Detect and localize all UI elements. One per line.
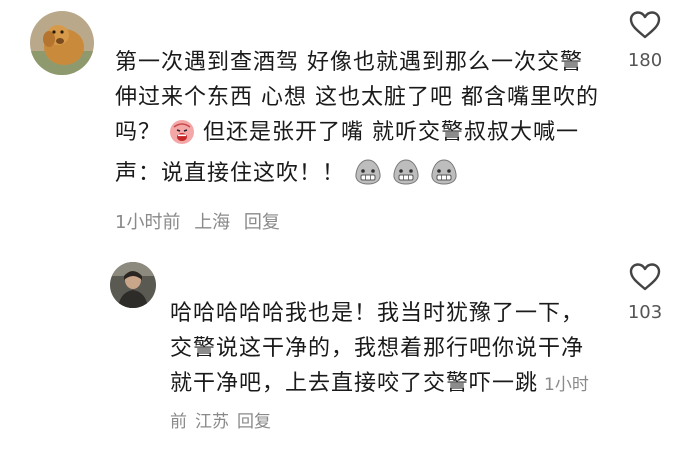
comment-meta: 1小时前 上海 回复 <box>115 208 280 234</box>
reply-like-button[interactable]: 103 <box>620 262 670 323</box>
comment-like-button[interactable]: 180 <box>620 10 670 71</box>
reply-reply-button[interactable]: 回复 <box>237 412 271 432</box>
grimace-emoji-icon <box>353 158 383 197</box>
like-count: 103 <box>627 302 663 323</box>
heart-outline-icon[interactable] <box>620 262 670 292</box>
screaming-face-emoji-icon <box>169 119 195 156</box>
grimace-emoji-icon <box>429 158 459 197</box>
like-count: 180 <box>627 50 663 71</box>
reply-button[interactable]: 回复 <box>244 212 280 233</box>
comment-location: 上海 <box>194 212 231 233</box>
reply-text: 哈哈哈哈哈我也是！我当时犹豫了一下，交警说这干净的，我想着那行吧你说干净就干净吧… <box>170 301 585 396</box>
heart-outline-icon[interactable] <box>620 10 670 40</box>
comment-time: 1小时前 <box>115 212 181 233</box>
replier-avatar[interactable] <box>110 262 156 308</box>
commenter-avatar[interactable] <box>30 11 94 75</box>
comment-body: 第一次遇到查酒驾 好像也就遇到那么一次交警伸过来个东西 心想 这也太脏了吧 都含… <box>115 45 605 197</box>
reply-location: 江苏 <box>195 412 229 432</box>
grimace-emoji-icon <box>391 158 421 197</box>
reply-body: 哈哈哈哈哈我也是！我当时犹豫了一下，交警说这干净的，我想着那行吧你说干净就干净吧… <box>170 296 600 440</box>
